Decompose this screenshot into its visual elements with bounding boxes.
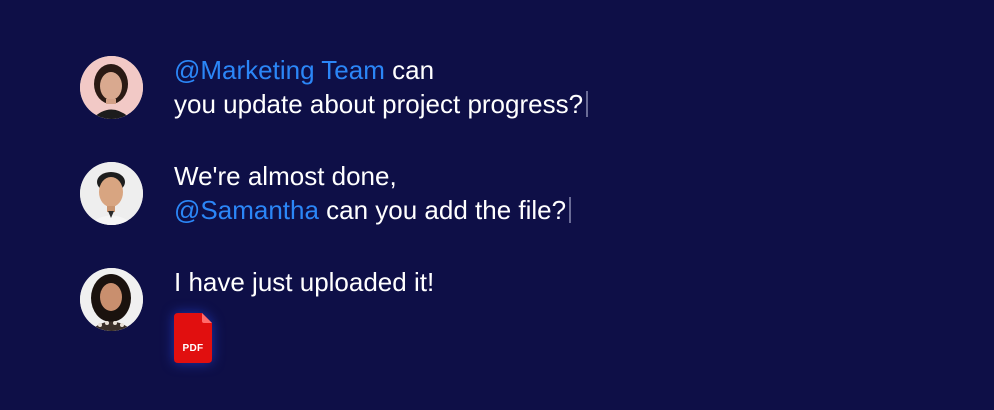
message-text-segment: can you add the file? — [318, 195, 567, 225]
message-text: I have just uploaded it! PDF — [174, 265, 434, 363]
message-line: We're almost done, — [174, 159, 571, 193]
avatar — [80, 268, 143, 331]
pdf-attachment[interactable]: PDF — [174, 313, 212, 363]
mention-link[interactable]: @Samantha — [174, 195, 319, 225]
mention-link[interactable]: @Marketing Team — [174, 55, 385, 85]
message-text: @Marketing Team can you update about pro… — [174, 53, 589, 121]
message-text-segment: can — [384, 55, 435, 85]
message-line: you update about project progress? — [174, 87, 589, 121]
message-item: We're almost done, @Samantha can you add… — [80, 159, 572, 227]
text-cursor — [569, 197, 572, 223]
message-item: I have just uploaded it! PDF — [80, 265, 434, 363]
chat-thread: @Marketing Team can you update about pro… — [0, 0, 994, 410]
message-text-segment: you update about project progress? — [174, 89, 584, 119]
avatar — [80, 162, 143, 225]
message-line: @Samantha can you add the file? — [174, 193, 572, 227]
message-item: @Marketing Team can you update about pro… — [80, 53, 589, 121]
avatar — [80, 56, 143, 119]
message-text: We're almost done, @Samantha can you add… — [174, 159, 572, 227]
message-text-segment: I have just uploaded it! — [174, 267, 435, 297]
message-text-segment: We're almost done, — [174, 161, 397, 191]
text-cursor — [586, 91, 589, 117]
pdf-label: PDF — [182, 343, 204, 354]
message-line: @Marketing Team can — [174, 53, 588, 87]
message-line: I have just uploaded it! — [174, 265, 434, 299]
